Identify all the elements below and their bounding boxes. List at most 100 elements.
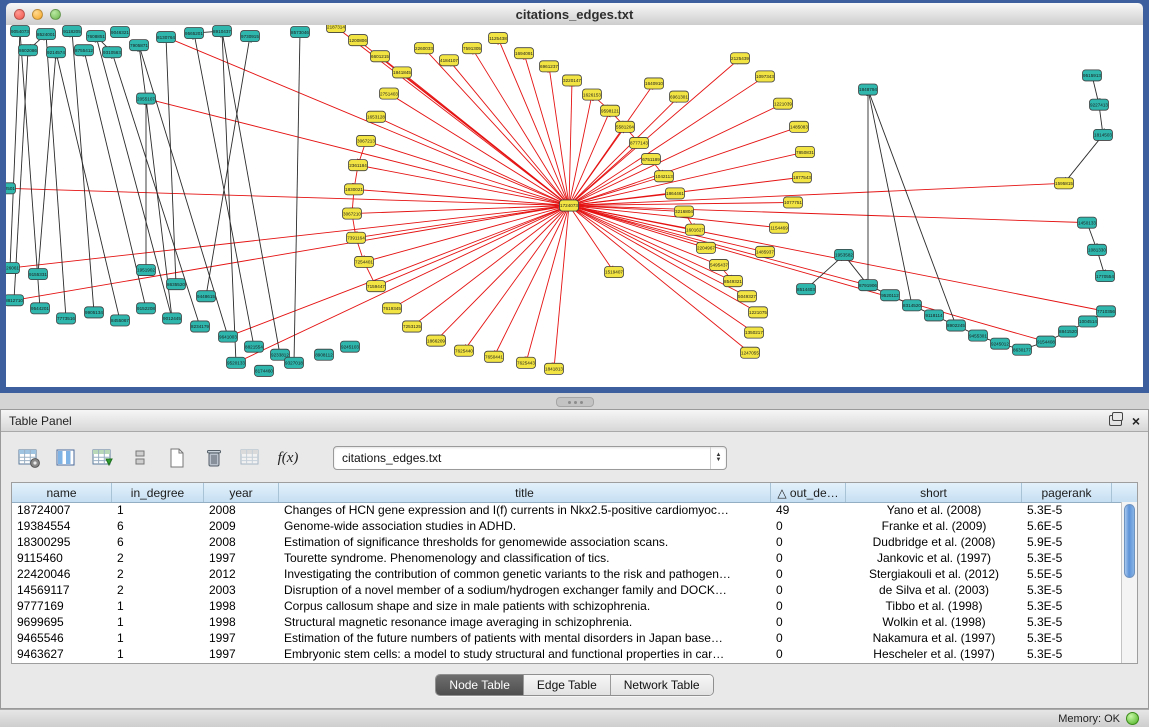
- graph-node[interactable]: 9520112: [881, 290, 900, 301]
- graph-node[interactable]: 9455301: [969, 330, 988, 341]
- tab-edge-table[interactable]: Edge Table: [524, 675, 611, 695]
- graph-node[interactable]: 9310563: [103, 47, 122, 58]
- graph-node[interactable]: 5049327: [738, 291, 757, 302]
- table-row[interactable]: 946362711997Embryonic stem cells: a mode…: [12, 646, 1122, 662]
- graph-node[interactable]: 5495437: [710, 259, 729, 270]
- graph-node[interactable]: 8841520: [1059, 326, 1078, 337]
- graph-node[interactable]: 1770554: [1096, 271, 1115, 282]
- graph-node[interactable]: 8314520: [903, 300, 922, 311]
- network-canvas[interactable]: 1724073905407385240019118205760885190463…: [6, 25, 1143, 387]
- table-settings-icon[interactable]: [15, 445, 43, 471]
- close-panel-icon[interactable]: ×: [1132, 415, 1140, 427]
- graph-node[interactable]: 1350217: [745, 327, 764, 338]
- graph-node[interactable]: 7253125: [403, 321, 422, 332]
- graph-node[interactable]: 9245012: [991, 338, 1010, 349]
- table-row[interactable]: 946554611997Estimation of the future num…: [12, 630, 1122, 646]
- graph-node[interactable]: 1154469: [770, 222, 789, 233]
- graph-node[interactable]: 9155331: [29, 269, 48, 280]
- table-row[interactable]: 977716911998Corpus callosum shape and si…: [12, 598, 1122, 614]
- graph-node[interactable]: 3067210: [343, 208, 362, 219]
- graph-node[interactable]: 7591305: [463, 43, 482, 54]
- graph-node[interactable]: 9641003: [219, 331, 238, 342]
- graph-node[interactable]: 9598121: [601, 105, 620, 116]
- graph-node[interactable]: 7850831: [796, 147, 815, 158]
- graph-node[interactable]: 8908112: [315, 349, 334, 360]
- graph-node[interactable]: 1221039: [774, 98, 793, 109]
- graph-node[interactable]: 9905134: [85, 307, 104, 318]
- graph-node[interactable]: 6751189: [642, 154, 661, 165]
- graph-node[interactable]: 1864461: [666, 188, 685, 199]
- graph-node[interactable]: 8174460: [255, 365, 274, 376]
- graph-node[interactable]: 3067213: [357, 135, 376, 146]
- graph-node[interactable]: 7391164: [347, 232, 366, 243]
- graph-node[interactable]: 2187314: [327, 25, 346, 33]
- graph-node[interactable]: 3220147: [563, 75, 582, 86]
- graph-node[interactable]: 9448615: [197, 291, 216, 302]
- graph-node[interactable]: 1450133: [1078, 217, 1097, 228]
- graph-node[interactable]: 9515913: [1083, 70, 1102, 81]
- graph-node[interactable]: 1004514: [1079, 316, 1098, 327]
- graph-node[interactable]: 1519407: [605, 267, 624, 278]
- graph-node[interactable]: 1848794: [859, 84, 878, 95]
- rows-icon[interactable]: [126, 445, 154, 471]
- graph-node[interactable]: 1640910: [645, 78, 664, 89]
- column-header-title[interactable]: title: [279, 483, 771, 502]
- graph-node[interactable]: 2204967: [697, 242, 716, 253]
- graph-node[interactable]: 1485083: [790, 121, 809, 132]
- graph-node[interactable]: 9214574: [47, 47, 66, 58]
- graph-node[interactable]: 1200806: [349, 35, 368, 46]
- graph-node[interactable]: 4184107: [440, 55, 459, 66]
- table-row[interactable]: 969969511998Structural magnetic resonanc…: [12, 614, 1122, 630]
- graph-node[interactable]: 1814503: [1094, 129, 1113, 140]
- graph-node[interactable]: 1042113: [655, 171, 674, 182]
- graph-node[interactable]: 9565201: [185, 28, 204, 39]
- graph-node[interactable]: 7650441: [485, 351, 504, 362]
- graph-node[interactable]: 9227413: [1090, 99, 1109, 110]
- network-table-select[interactable]: citations_edges.txt▲▼: [333, 446, 727, 470]
- graph-node[interactable]: 6961301: [670, 91, 689, 102]
- graph-node[interactable]: 8630177: [1013, 344, 1032, 355]
- graph-node[interactable]: 7254401: [355, 256, 374, 267]
- table-row[interactable]: 1938455462009Genome-wide association stu…: [12, 518, 1122, 534]
- graph-node[interactable]: 9154408: [1037, 336, 1056, 347]
- graph-node[interactable]: 2125439: [731, 53, 750, 64]
- column-header-year[interactable]: year: [204, 483, 279, 502]
- table-row[interactable]: 1456911722003Disruption of a novel membe…: [12, 582, 1122, 598]
- graph-node[interactable]: 1841845: [393, 67, 412, 78]
- graph-node[interactable]: 8514403: [797, 284, 816, 295]
- column-header-short[interactable]: short: [846, 483, 1022, 502]
- graph-node[interactable]: 1951902: [137, 264, 156, 275]
- graph-node[interactable]: 8455067: [111, 315, 130, 326]
- graph-node[interactable]: 1694091: [515, 48, 534, 59]
- graph-node[interactable]: 6601215: [371, 51, 390, 62]
- table-row[interactable]: 911546021997Tourette syndrome. Phenomeno…: [12, 550, 1122, 566]
- table-scrollbar[interactable]: [1121, 502, 1137, 663]
- graph-node[interactable]: 7625440: [455, 345, 474, 356]
- graph-node[interactable]: 1866209: [427, 335, 446, 346]
- graph-node[interactable]: 1247055: [741, 347, 760, 358]
- float-panel-icon[interactable]: [1109, 415, 1122, 426]
- graph-node[interactable]: 1877543: [793, 172, 812, 183]
- graph-node[interactable]: 9054073: [11, 26, 30, 37]
- graph-node[interactable]: 7608851: [87, 31, 106, 42]
- scrollbar-thumb[interactable]: [1124, 504, 1135, 578]
- graph-node[interactable]: 9118114: [925, 310, 944, 321]
- graph-node[interactable]: 2751403: [380, 88, 399, 99]
- column-header-out_de[interactable]: △ out_de…: [771, 483, 846, 502]
- close-window-button[interactable]: [14, 9, 25, 20]
- graph-node[interactable]: 1097343: [756, 71, 775, 82]
- graph-node[interactable]: 2055107: [137, 93, 156, 104]
- graph-node[interactable]: 8549321: [724, 276, 743, 287]
- graph-node[interactable]: 9245103: [341, 341, 360, 352]
- graph-node[interactable]: 8234179: [191, 321, 210, 332]
- graph-node[interactable]: 9012445: [163, 313, 182, 324]
- minimize-window-button[interactable]: [32, 9, 43, 20]
- graph-node[interactable]: 1626153: [583, 89, 602, 100]
- function-builder-icon[interactable]: f(x): [274, 445, 302, 471]
- graph-node[interactable]: 2361184: [349, 160, 368, 171]
- graph-node[interactable]: 8902245: [947, 320, 966, 331]
- tab-network-table[interactable]: Network Table: [611, 675, 713, 695]
- graph-node[interactable]: 8821554: [245, 341, 264, 352]
- graph-node[interactable]: 8524001: [37, 29, 56, 40]
- graph-node[interactable]: 8791906: [859, 280, 878, 291]
